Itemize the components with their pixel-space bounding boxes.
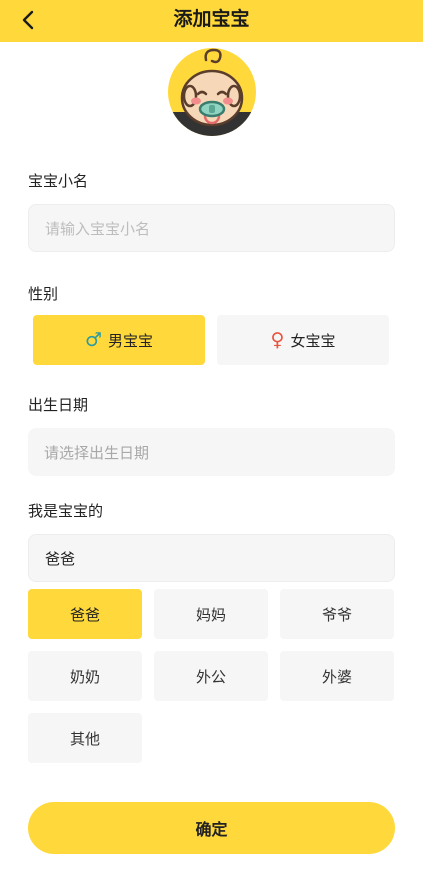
gender-option-label: 男宝宝 — [108, 331, 154, 350]
back-button[interactable] — [16, 8, 40, 32]
birthdate-label: 出生日期 — [28, 396, 89, 414]
page-title: 添加宝宝 — [173, 8, 250, 30]
birthdate-placeholder: 请选择出生日期 — [44, 443, 150, 462]
relation-option-other[interactable]: 其他 — [28, 713, 142, 763]
relation-option-paternal-grandma[interactable]: 奶奶 — [28, 651, 142, 701]
header-bar: 添加宝宝 — [0, 0, 423, 42]
relation-option-maternal-grandma[interactable]: 外婆 — [280, 651, 394, 701]
relationship-value: 爸爸 — [45, 549, 76, 568]
baby-avatar-icon — [168, 48, 256, 136]
male-symbol-icon: ♂ — [84, 328, 103, 351]
gender-option-label: 女宝宝 — [290, 331, 336, 350]
relation-option-dad[interactable]: 爸爸 — [28, 589, 142, 639]
gender-option-boy[interactable]: ♂ 男宝宝 — [33, 315, 205, 365]
gender-option-girl[interactable]: ♀ 女宝宝 — [217, 315, 389, 365]
gender-label: 性别 — [28, 285, 59, 303]
confirm-button[interactable]: 确定 — [28, 802, 395, 854]
baby-avatar[interactable] — [166, 46, 258, 138]
nickname-placeholder: 请输入宝宝小名 — [45, 219, 151, 238]
chevron-left-icon — [22, 10, 34, 30]
birthdate-picker[interactable]: 请选择出生日期 — [28, 428, 395, 476]
relationship-field[interactable]: 爸爸 — [28, 534, 395, 582]
female-symbol-icon: ♀ — [270, 328, 285, 351]
relation-option-paternal-grandpa[interactable]: 爷爷 — [280, 589, 394, 639]
relation-option-mom[interactable]: 妈妈 — [154, 589, 268, 639]
nickname-input[interactable]: 请输入宝宝小名 — [28, 204, 395, 252]
nickname-label: 宝宝小名 — [28, 172, 89, 190]
relation-option-maternal-grandpa[interactable]: 外公 — [154, 651, 268, 701]
relationship-label: 我是宝宝的 — [28, 502, 104, 520]
